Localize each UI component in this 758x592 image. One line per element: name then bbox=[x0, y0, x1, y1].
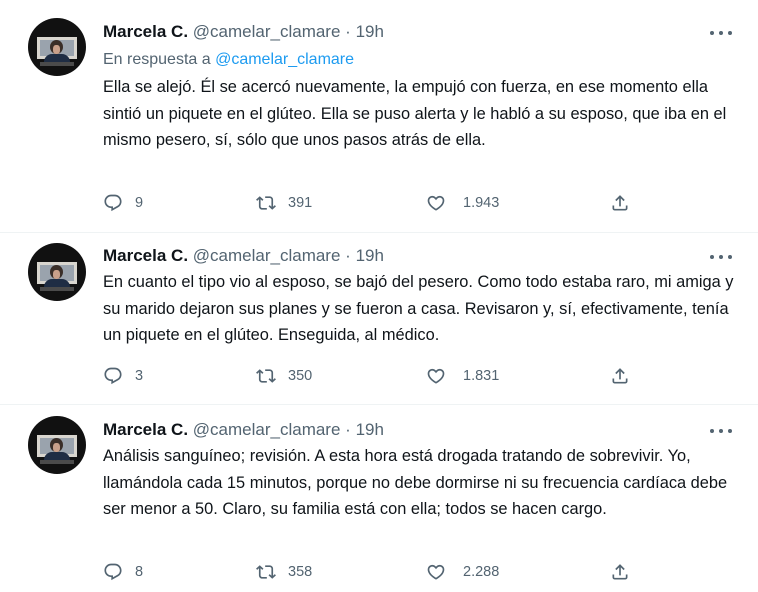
tweet-text: Análisis sanguíneo; revisión. A esta hor… bbox=[103, 447, 728, 518]
share-button[interactable] bbox=[610, 560, 630, 584]
avatar[interactable] bbox=[28, 18, 86, 76]
author-handle[interactable]: @camelar_clamare bbox=[193, 420, 341, 439]
tweet[interactable]: Marcela C. @camelar_clamare · 19h En res… bbox=[0, 0, 758, 232]
reply-button[interactable]: 3 bbox=[103, 364, 143, 388]
retweet-icon bbox=[256, 369, 276, 383]
share-icon bbox=[612, 564, 628, 580]
share-icon bbox=[612, 368, 628, 384]
timestamp[interactable]: 19h bbox=[356, 22, 384, 41]
reply-icon bbox=[104, 367, 122, 385]
reply-count: 8 bbox=[135, 564, 144, 580]
retweet-count: 391 bbox=[288, 195, 313, 211]
retweet-count: 350 bbox=[288, 368, 313, 384]
like-count: 1.831 bbox=[463, 368, 500, 384]
tweet-header: Marcela C. @camelar_clamare · 19h bbox=[103, 20, 384, 44]
share-button[interactable] bbox=[610, 364, 630, 388]
separator: · bbox=[345, 420, 351, 439]
reply-icon bbox=[104, 563, 122, 581]
tweet[interactable]: Marcela C. @camelar_clamare · 19h Anális… bbox=[0, 405, 758, 592]
author-name[interactable]: Marcela C. bbox=[103, 420, 188, 439]
reply-icon bbox=[104, 194, 122, 212]
retweet-button[interactable]: 358 bbox=[256, 560, 312, 584]
timestamp[interactable]: 19h bbox=[356, 246, 384, 265]
retweet-button[interactable]: 391 bbox=[256, 191, 312, 215]
heart-icon bbox=[427, 564, 445, 580]
like-button[interactable]: 1.943 bbox=[426, 191, 499, 215]
share-icon bbox=[612, 195, 628, 211]
more-dots-icon[interactable] bbox=[710, 426, 732, 436]
like-button[interactable]: 1.831 bbox=[426, 364, 499, 388]
reply-count: 9 bbox=[135, 195, 144, 211]
tweet[interactable]: Marcela C. @camelar_clamare · 19h En cua… bbox=[0, 233, 758, 405]
like-count: 2.288 bbox=[463, 564, 500, 580]
tweet-header: Marcela C. @camelar_clamare · 19h bbox=[103, 244, 384, 268]
reply-prefix: En respuesta a bbox=[103, 51, 211, 68]
avatar[interactable] bbox=[28, 416, 86, 474]
retweet-count: 358 bbox=[288, 564, 313, 580]
tweet-text: Ella se alejó. Él se acercó nuevamente, … bbox=[103, 78, 727, 149]
more-dots-icon[interactable] bbox=[710, 28, 732, 38]
more-dots-icon[interactable] bbox=[710, 252, 732, 262]
heart-icon bbox=[427, 368, 445, 384]
tweet-text: En cuanto el tipo vio al esposo, se bajó… bbox=[103, 273, 734, 344]
like-count: 1.943 bbox=[463, 195, 500, 211]
heart-icon bbox=[427, 195, 445, 211]
avatar[interactable] bbox=[28, 243, 86, 301]
share-button[interactable] bbox=[610, 191, 630, 215]
reply-count: 3 bbox=[135, 368, 144, 384]
reply-context: En respuesta a @camelar_clamare bbox=[103, 49, 354, 71]
retweet-button[interactable]: 350 bbox=[256, 364, 312, 388]
author-handle[interactable]: @camelar_clamare bbox=[193, 22, 341, 41]
tweet-header: Marcela C. @camelar_clamare · 19h bbox=[103, 418, 384, 442]
action-bar: 8 358 2.288 bbox=[103, 560, 643, 584]
reply-button[interactable]: 8 bbox=[103, 560, 143, 584]
separator: · bbox=[345, 22, 351, 41]
retweet-icon bbox=[256, 565, 276, 579]
author-name[interactable]: Marcela C. bbox=[103, 246, 188, 265]
action-bar: 9 391 1.943 bbox=[103, 191, 643, 215]
like-button[interactable]: 2.288 bbox=[426, 560, 499, 584]
reply-button[interactable]: 9 bbox=[103, 191, 143, 215]
separator: · bbox=[345, 246, 351, 265]
reply-mention-link[interactable]: @camelar_clamare bbox=[215, 51, 354, 68]
retweet-icon bbox=[256, 196, 276, 210]
action-bar: 3 350 1.831 bbox=[103, 364, 643, 388]
timestamp[interactable]: 19h bbox=[356, 420, 384, 439]
author-handle[interactable]: @camelar_clamare bbox=[193, 246, 341, 265]
author-name[interactable]: Marcela C. bbox=[103, 22, 188, 41]
